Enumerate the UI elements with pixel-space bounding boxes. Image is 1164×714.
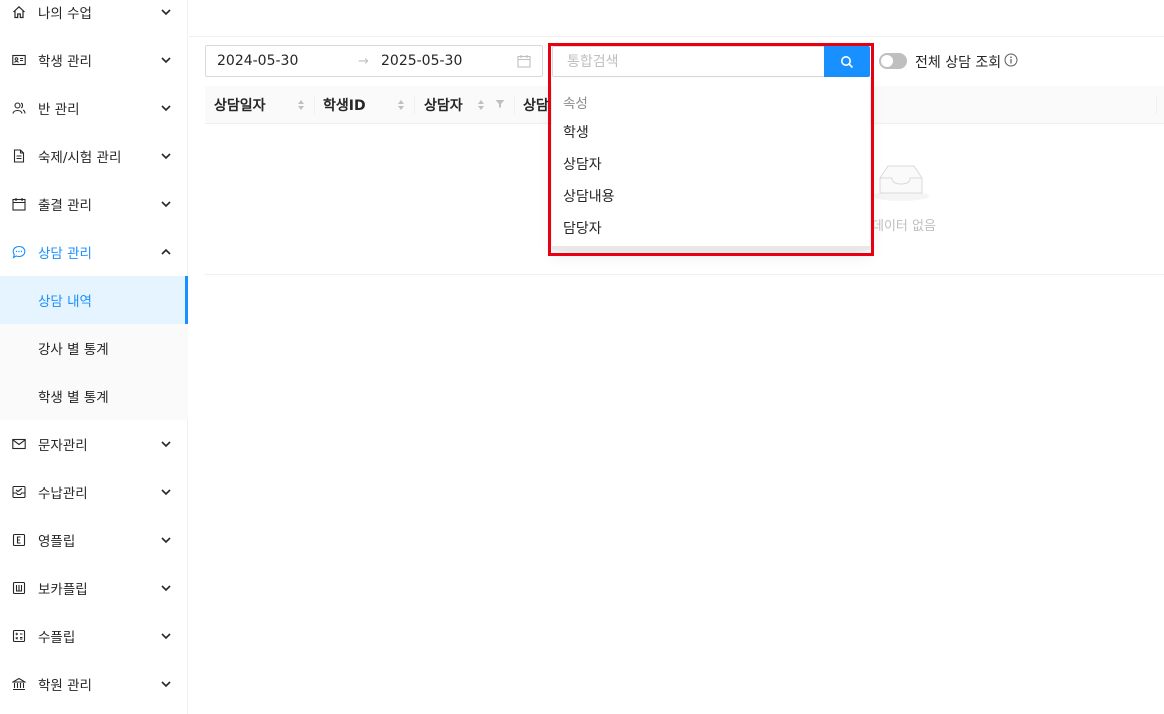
sidebar-item-label: 문자관리 xyxy=(38,438,88,454)
dropdown-option-label: 상담내용 xyxy=(563,189,615,205)
dropdown-option-student[interactable]: 학생 xyxy=(552,116,870,148)
sidebar-subitem-counseling-history[interactable]: 상담 내역 xyxy=(0,276,188,324)
dropdown-option-label: 담당자 xyxy=(563,221,602,237)
sidebar-item-label: 반 관리 xyxy=(38,102,80,118)
column-header-counselor[interactable]: 상담자 xyxy=(424,86,463,124)
show-all-counseling-toggle[interactable] xyxy=(879,53,907,69)
sidebar-item-label: 출결 관리 xyxy=(38,198,92,214)
toggle-label: 전체 상담 조회 xyxy=(915,55,1002,71)
sidebar-item-payments[interactable]: 수납관리 xyxy=(0,468,188,516)
column-header-counseling[interactable]: 상담 xyxy=(523,86,549,124)
sidebar-subitem-label: 상담 내역 xyxy=(38,294,92,310)
chevron-up-icon xyxy=(160,246,172,258)
counseling-submenu: 상담 내역 강사 별 통계 학생 별 통계 xyxy=(0,276,188,420)
mail-icon xyxy=(12,437,26,451)
sidebar-item-label: 보카플립 xyxy=(38,582,88,598)
date-separator-arrow-icon: → xyxy=(358,53,369,69)
chevron-down-icon xyxy=(160,486,172,498)
users-icon xyxy=(12,101,26,115)
sidebar-item-label: 상담 관리 xyxy=(38,246,92,262)
sidebar-item-students[interactable]: 학생 관리 xyxy=(0,36,188,84)
sidebar-item-my-class[interactable]: 나의 수업 xyxy=(0,0,188,36)
search-icon xyxy=(840,55,854,69)
sidebar-subitem-teacher-stats[interactable]: 강사 별 통계 xyxy=(0,324,188,372)
chevron-down-icon xyxy=(160,6,172,18)
chevron-down-icon xyxy=(160,54,172,66)
chevron-down-icon xyxy=(160,198,172,210)
dropdown-option-label: 상담자 xyxy=(563,157,602,173)
dropdown-option-counselor[interactable]: 상담자 xyxy=(552,148,870,180)
sidebar-item-academy[interactable]: 학원 관리 xyxy=(0,660,188,708)
dropdown-scrollbar[interactable] xyxy=(552,246,870,250)
inbox-icon xyxy=(12,485,26,499)
dropdown-option-content[interactable]: 상담내용 xyxy=(552,180,870,212)
column-divider xyxy=(314,96,315,114)
sort-icon[interactable] xyxy=(477,98,485,112)
app-root: 나의 수업 학생 관리 반 관리 숙제/시험 관리 출결 관리 상담 관리 상담… xyxy=(0,0,1164,714)
sort-icon[interactable] xyxy=(297,98,305,112)
sidebar-item-label: 수납관리 xyxy=(38,486,88,502)
chevron-down-icon xyxy=(160,534,172,546)
sidebar-item-attendance[interactable]: 출결 관리 xyxy=(0,180,188,228)
column-divider xyxy=(414,96,415,114)
sidebar-item-label: 숙제/시험 관리 xyxy=(38,150,122,166)
chevron-down-icon xyxy=(160,630,172,642)
search-input[interactable] xyxy=(552,46,824,77)
calendar-icon xyxy=(517,54,531,68)
sidebar-subitem-label: 강사 별 통계 xyxy=(38,342,109,358)
top-bar xyxy=(189,0,1164,37)
sidebar-item-label: 수플립 xyxy=(38,630,76,646)
dropdown-option-manager[interactable]: 담당자 xyxy=(552,212,870,244)
chevron-down-icon xyxy=(160,582,172,594)
column-divider xyxy=(514,96,515,114)
sidebar-item-homework[interactable]: 숙제/시험 관리 xyxy=(0,132,188,180)
chevron-down-icon xyxy=(160,102,172,114)
toggle-knob xyxy=(881,55,893,67)
sidebar-item-messages[interactable]: 문자관리 xyxy=(0,420,188,468)
letter-w-icon xyxy=(12,581,26,595)
search-autocomplete-dropdown: 속성 학생 상담자 상담내용 담당자 xyxy=(552,78,870,250)
filter-icon[interactable] xyxy=(495,99,505,109)
sidebar-item-label: 학생 관리 xyxy=(38,54,92,70)
sidebar-subitem-label: 학생 별 통계 xyxy=(38,390,109,406)
file-icon xyxy=(12,149,26,163)
empty-text: 데이터 없음 xyxy=(872,219,936,234)
calculator-icon xyxy=(12,629,26,643)
info-icon[interactable] xyxy=(1004,53,1018,67)
chat-icon xyxy=(12,245,26,259)
column-header-date[interactable]: 상담일자 xyxy=(214,86,266,124)
empty-inbox-icon xyxy=(870,160,932,202)
date-end-input[interactable]: 2025-05-30 xyxy=(381,53,462,69)
letter-e-icon xyxy=(12,533,26,547)
date-start-input[interactable]: 2024-05-30 xyxy=(217,53,298,69)
home-icon xyxy=(12,5,26,19)
date-range-picker[interactable]: 2024-05-30 → 2025-05-30 xyxy=(205,45,543,77)
sidebar-item-counseling[interactable]: 상담 관리 xyxy=(0,228,188,276)
chevron-down-icon xyxy=(160,150,172,162)
calendar-icon xyxy=(12,197,26,211)
sidebar-item-classes[interactable]: 반 관리 xyxy=(0,84,188,132)
sidebar-item-label: 학원 관리 xyxy=(38,678,92,694)
sidebar: 나의 수업 학생 관리 반 관리 숙제/시험 관리 출결 관리 상담 관리 상담… xyxy=(0,0,188,714)
sort-icon[interactable] xyxy=(397,98,405,112)
chevron-down-icon xyxy=(160,438,172,450)
sidebar-item-suflip[interactable]: 수플립 xyxy=(0,612,188,660)
chevron-down-icon xyxy=(160,678,172,690)
column-header-student-id[interactable]: 학생ID xyxy=(323,86,366,124)
sidebar-item-youngflip[interactable]: 영플립 xyxy=(0,516,188,564)
id-card-icon xyxy=(12,53,26,67)
sidebar-item-vocaflip[interactable]: 보카플립 xyxy=(0,564,188,612)
sidebar-item-label: 나의 수업 xyxy=(38,6,92,22)
dropdown-group-label: 속성 xyxy=(563,96,588,112)
dropdown-option-label: 학생 xyxy=(563,125,589,141)
sidebar-subitem-student-stats[interactable]: 학생 별 통계 xyxy=(0,372,188,420)
sidebar-item-label: 영플립 xyxy=(38,534,76,550)
column-divider xyxy=(1156,96,1157,114)
search-button[interactable] xyxy=(824,46,870,77)
bank-icon xyxy=(12,677,26,691)
